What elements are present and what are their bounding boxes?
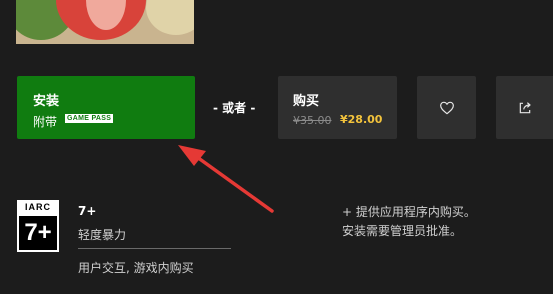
- age-rating-title: 7+: [78, 204, 97, 218]
- install-label: 安装: [33, 94, 60, 109]
- share-icon: [519, 101, 531, 113]
- rating-org: IARC: [25, 202, 51, 212]
- annotation-arrow: [178, 145, 274, 213]
- wishlist-button[interactable]: [417, 76, 476, 139]
- content-descriptor: 轻度暴力: [78, 228, 127, 242]
- heart-icon: [439, 101, 454, 114]
- original-price: ¥35.00: [293, 114, 332, 127]
- included-with-label: 附带: [33, 115, 58, 129]
- buy-label: 购买: [293, 94, 320, 109]
- install-gamepass-button[interactable]: 安装 附带 GAME PASS: [17, 76, 195, 139]
- rating-divider: [78, 248, 231, 249]
- admin-approval-note: 安装需要管理员批准。: [342, 224, 463, 238]
- game-thumbnail: [16, 0, 194, 44]
- or-separator: - 或者 -: [213, 101, 256, 115]
- sale-price: ¥28.00: [340, 113, 383, 126]
- game-pass-badge: GAME PASS: [65, 114, 114, 123]
- in-app-purchase-note: + 提供应用程序内购买。: [342, 205, 476, 219]
- interactive-elements: 用户交互, 游戏内购买: [78, 261, 194, 275]
- share-button[interactable]: [496, 76, 553, 139]
- buy-button[interactable]: 购买 ¥35.00 ¥28.00: [278, 76, 397, 139]
- iarc-rating-badge: IARC 7+: [17, 200, 59, 252]
- rating-age-badge: 7+: [19, 216, 57, 250]
